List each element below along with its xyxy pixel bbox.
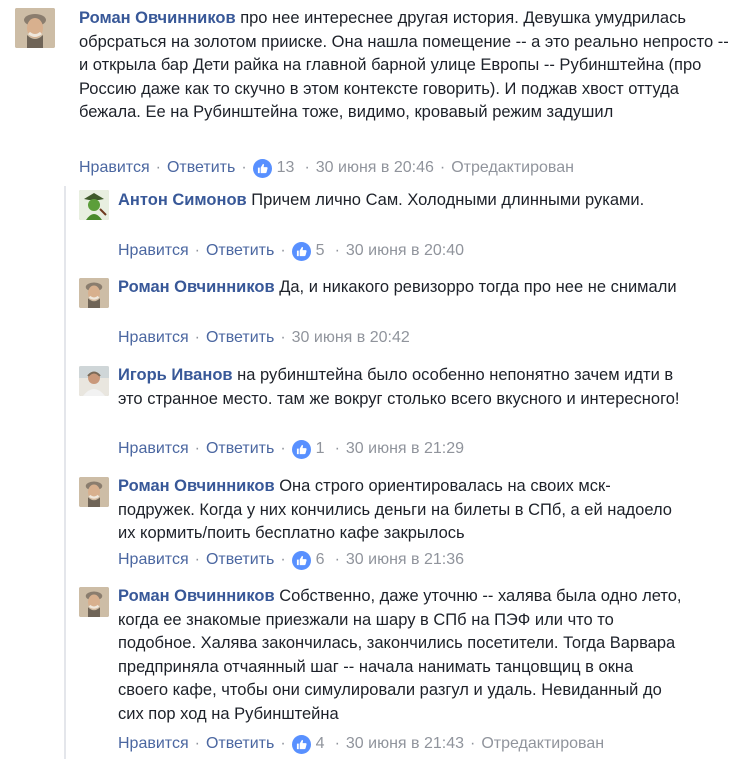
- reply-button[interactable]: Ответить: [167, 157, 235, 179]
- comment-timestamp[interactable]: 30 июня в 20:42: [292, 327, 410, 349]
- like-button[interactable]: Нравится: [118, 733, 189, 755]
- thumbs-up-icon[interactable]: [291, 241, 311, 261]
- like-count[interactable]: 5: [316, 240, 325, 262]
- avatar[interactable]: [79, 366, 109, 396]
- comment-text: Причем лично Сам. Холодными длинными рук…: [251, 191, 645, 209]
- reply-button[interactable]: Ответить: [206, 438, 274, 460]
- thumbs-up-icon[interactable]: [291, 550, 311, 570]
- person-photo-avatar-icon: [79, 366, 109, 396]
- comment-author[interactable]: Роман Овчинников: [79, 9, 236, 27]
- green-character-avatar-icon: [79, 190, 109, 220]
- comment-timestamp[interactable]: 30 июня в 20:46: [316, 157, 434, 179]
- avatar[interactable]: [79, 190, 109, 220]
- like-count[interactable]: 4: [316, 733, 325, 755]
- avatar[interactable]: [79, 587, 109, 617]
- like-count[interactable]: 6: [316, 549, 325, 571]
- like-count[interactable]: 13: [277, 157, 295, 179]
- comment-author[interactable]: Роман Овчинников: [118, 587, 275, 605]
- like-button[interactable]: Нравится: [79, 157, 150, 179]
- man-portrait-avatar-icon: [79, 587, 109, 617]
- comment-author[interactable]: Антон Симонов: [118, 191, 247, 209]
- comment-author[interactable]: Роман Овчинников: [118, 477, 275, 495]
- comment-text: Собственно, даже уточню -- халява была о…: [118, 587, 682, 723]
- comment: Роман Овчинников про нее интереснее друг…: [0, 0, 738, 184]
- reply-button[interactable]: Ответить: [206, 733, 274, 755]
- man-portrait-avatar-icon: [15, 8, 55, 48]
- thumbs-up-icon[interactable]: [291, 439, 311, 459]
- comment-timestamp[interactable]: 30 июня в 21:43: [346, 733, 464, 755]
- man-portrait-avatar-icon: [79, 278, 109, 308]
- comment-timestamp[interactable]: 30 июня в 21:36: [346, 549, 464, 571]
- comment-text: Да, и никакого ревизорро тогда про нее н…: [279, 278, 677, 296]
- comment-author[interactable]: Игорь Иванов: [118, 366, 233, 384]
- reply-button[interactable]: Ответить: [206, 240, 274, 262]
- comment-timestamp[interactable]: 30 июня в 20:40: [346, 240, 464, 262]
- comment-timestamp[interactable]: 30 июня в 21:29: [346, 438, 464, 460]
- like-button[interactable]: Нравится: [118, 327, 189, 349]
- like-button[interactable]: Нравится: [118, 240, 189, 262]
- edited-label[interactable]: Отредактирован: [481, 733, 604, 755]
- reply-button[interactable]: Ответить: [206, 549, 274, 571]
- reply-comment: Антон Симонов Причем лично Сам. Холодным…: [0, 186, 738, 270]
- reply-comment: Роман Овчинников Она строго ориентировал…: [0, 472, 738, 578]
- like-button[interactable]: Нравится: [118, 438, 189, 460]
- man-portrait-avatar-icon: [79, 477, 109, 507]
- thumbs-up-icon[interactable]: [291, 734, 311, 754]
- thumbs-up-icon[interactable]: [252, 158, 272, 178]
- avatar[interactable]: [79, 278, 109, 308]
- avatar[interactable]: [79, 477, 109, 507]
- reply-comment: Роман Овчинников Да, и никакого ревизорр…: [0, 272, 738, 356]
- like-count[interactable]: 1: [316, 438, 325, 460]
- edited-label[interactable]: Отредактирован: [451, 157, 574, 179]
- reply-comment: Роман Овчинников Собственно, даже уточню…: [0, 582, 738, 759]
- like-button[interactable]: Нравится: [118, 549, 189, 571]
- reply-button[interactable]: Ответить: [206, 327, 274, 349]
- reply-comment: Игорь Иванов на рубинштейна было особенн…: [0, 360, 738, 466]
- comment-author[interactable]: Роман Овчинников: [118, 278, 275, 296]
- avatar[interactable]: [15, 8, 55, 48]
